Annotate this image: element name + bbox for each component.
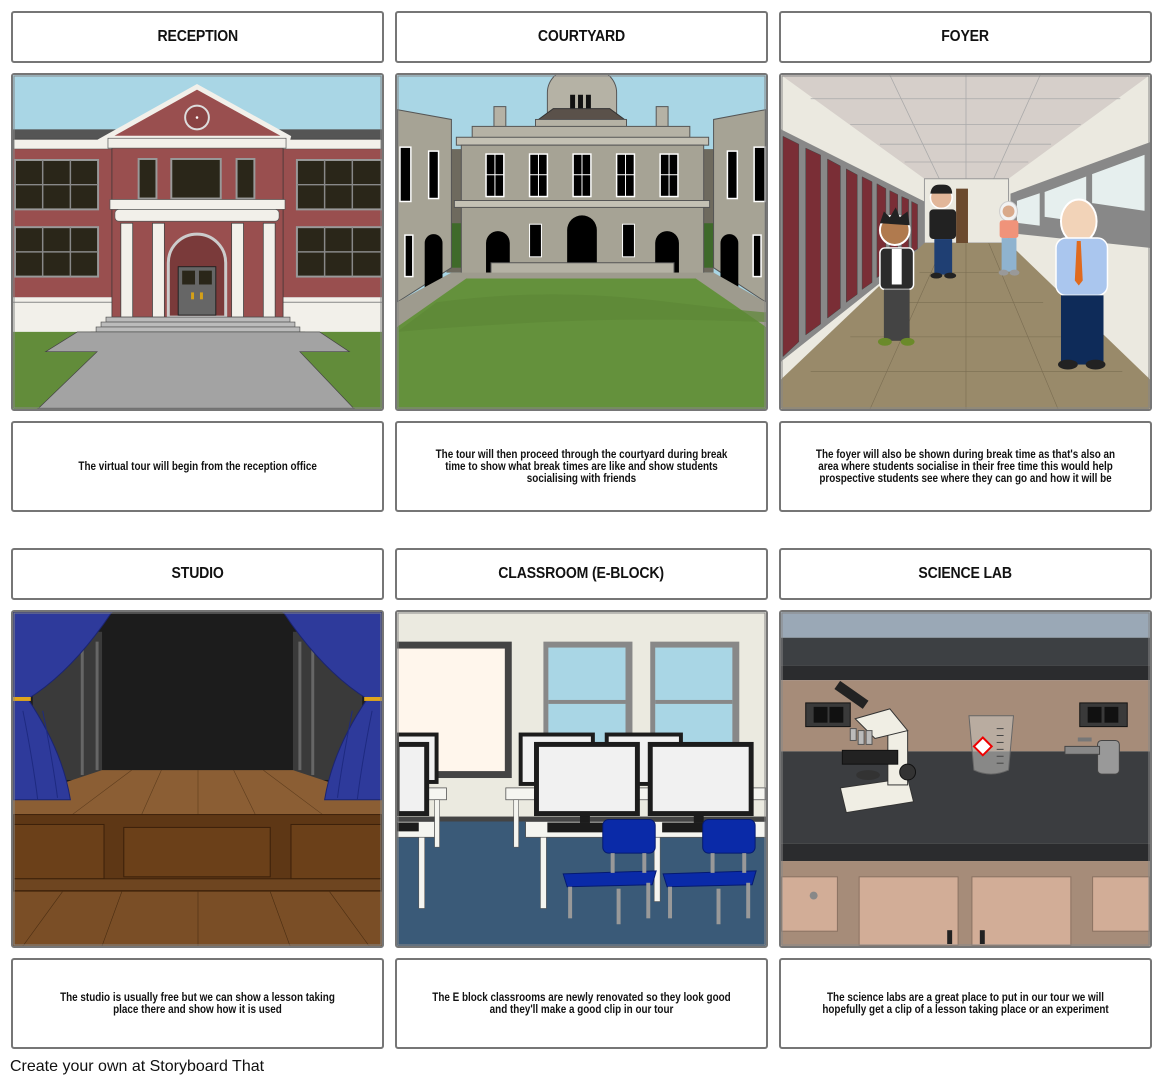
scene-classroom bbox=[395, 610, 768, 948]
cell-title-text: COURTYARD bbox=[537, 28, 626, 45]
scene-courtyard bbox=[395, 73, 768, 411]
courtyard-illustration bbox=[397, 75, 766, 409]
power-outlet bbox=[1079, 702, 1128, 728]
cell-6-description: The science labs are a great place to pu… bbox=[779, 958, 1152, 1049]
cell-3-description: The foyer will also be shown during brea… bbox=[779, 421, 1152, 512]
cell-4-description: The studio is usually free but we can sh… bbox=[11, 958, 384, 1049]
scene-reception bbox=[11, 73, 384, 411]
footer-credit[interactable]: Create your own at Storyboard That bbox=[10, 1058, 264, 1076]
student-headscarf bbox=[998, 200, 1020, 276]
scene-foyer bbox=[779, 73, 1152, 411]
cell-5-title: CLASSROOM (E-BLOCK) bbox=[395, 548, 768, 600]
cell-2-title: COURTYARD bbox=[395, 11, 768, 63]
cell-6-title: SCIENCE LAB bbox=[779, 548, 1152, 600]
beaker bbox=[968, 715, 1015, 775]
cell-title-text: FOYER bbox=[941, 28, 990, 45]
cell-2-description: The tour will then proceed through the c… bbox=[395, 421, 768, 512]
cell-4-title: STUDIO bbox=[11, 548, 384, 600]
cell-title-text: SCIENCE LAB bbox=[918, 565, 1013, 582]
cell-1-title: RECEPTION bbox=[11, 11, 384, 63]
cell-title-text: STUDIO bbox=[171, 565, 224, 582]
hallway-illustration bbox=[781, 75, 1150, 409]
cell-5-description: The E block classrooms are newly renovat… bbox=[395, 958, 768, 1049]
classroom-illustration bbox=[397, 612, 766, 946]
cell-3-title: FOYER bbox=[779, 11, 1152, 63]
power-outlet bbox=[805, 702, 851, 728]
cell-description-text: The science labs are a great place to pu… bbox=[822, 991, 1109, 1016]
lab-illustration bbox=[781, 612, 1150, 946]
cell-description-text: The studio is usually free but we can sh… bbox=[60, 991, 335, 1016]
school-building-illustration bbox=[13, 75, 382, 409]
cell-description-text: The tour will then proceed through the c… bbox=[435, 448, 728, 485]
scene-studio bbox=[11, 610, 384, 948]
cell-description-text: The foyer will also be shown during brea… bbox=[815, 448, 1116, 485]
cell-description-text: The E block classrooms are newly renovat… bbox=[432, 991, 731, 1016]
cell-title-text: RECEPTION bbox=[157, 28, 238, 45]
scene-science-lab bbox=[779, 610, 1152, 948]
stage-illustration bbox=[13, 612, 382, 946]
cell-title-text: CLASSROOM (E-BLOCK) bbox=[498, 565, 665, 582]
cell-1-description: The virtual tour will begin from the rec… bbox=[11, 421, 384, 512]
cell-description-text: The virtual tour will begin from the rec… bbox=[78, 460, 317, 473]
